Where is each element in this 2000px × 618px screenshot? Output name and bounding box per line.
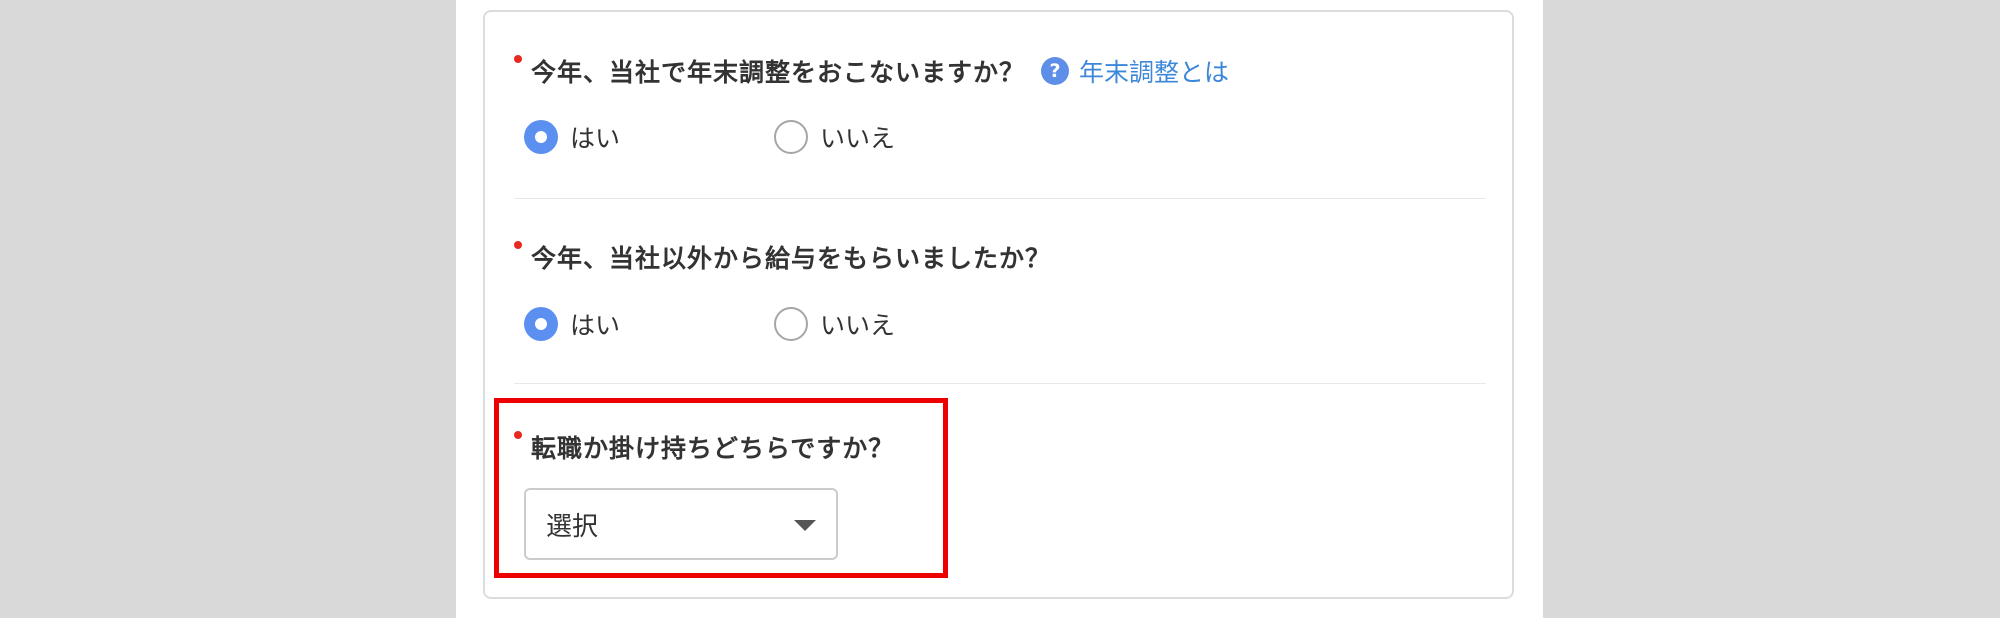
radio-option-yes[interactable]: はい (524, 304, 620, 344)
required-marker (514, 55, 522, 63)
radio-button[interactable] (774, 307, 808, 341)
radio-button[interactable] (774, 120, 808, 154)
question-label: 今年、当社以外から給与をもらいましたか？ (531, 244, 1052, 273)
question-label: 今年、当社で年末調整をおこないますか？ (531, 58, 1026, 87)
radio-option-yes[interactable]: はい (524, 117, 620, 157)
radio-button[interactable] (524, 120, 558, 154)
radio-label: はい (570, 311, 621, 340)
radio-button[interactable] (524, 307, 558, 341)
required-marker (514, 241, 522, 249)
radio-option-no[interactable]: いいえ (774, 304, 895, 344)
question-year-end-adjustment: 今年、当社で年末調整をおこないますか？ ? 年末調整とは (514, 51, 1229, 91)
radio-label: いいえ (820, 311, 896, 340)
section-divider (514, 383, 1486, 384)
section-divider (514, 198, 1486, 199)
radio-option-no[interactable]: いいえ (774, 117, 895, 157)
highlight-annotation-box (494, 398, 948, 578)
year-end-adjustment-help-link[interactable]: 年末調整とは (1079, 53, 1229, 89)
radio-label: はい (570, 124, 621, 153)
question-other-income: 今年、当社以外から給与をもらいましたか？ (514, 237, 1051, 277)
question-circle-icon[interactable]: ? (1041, 57, 1070, 85)
radio-label: いいえ (820, 124, 896, 153)
